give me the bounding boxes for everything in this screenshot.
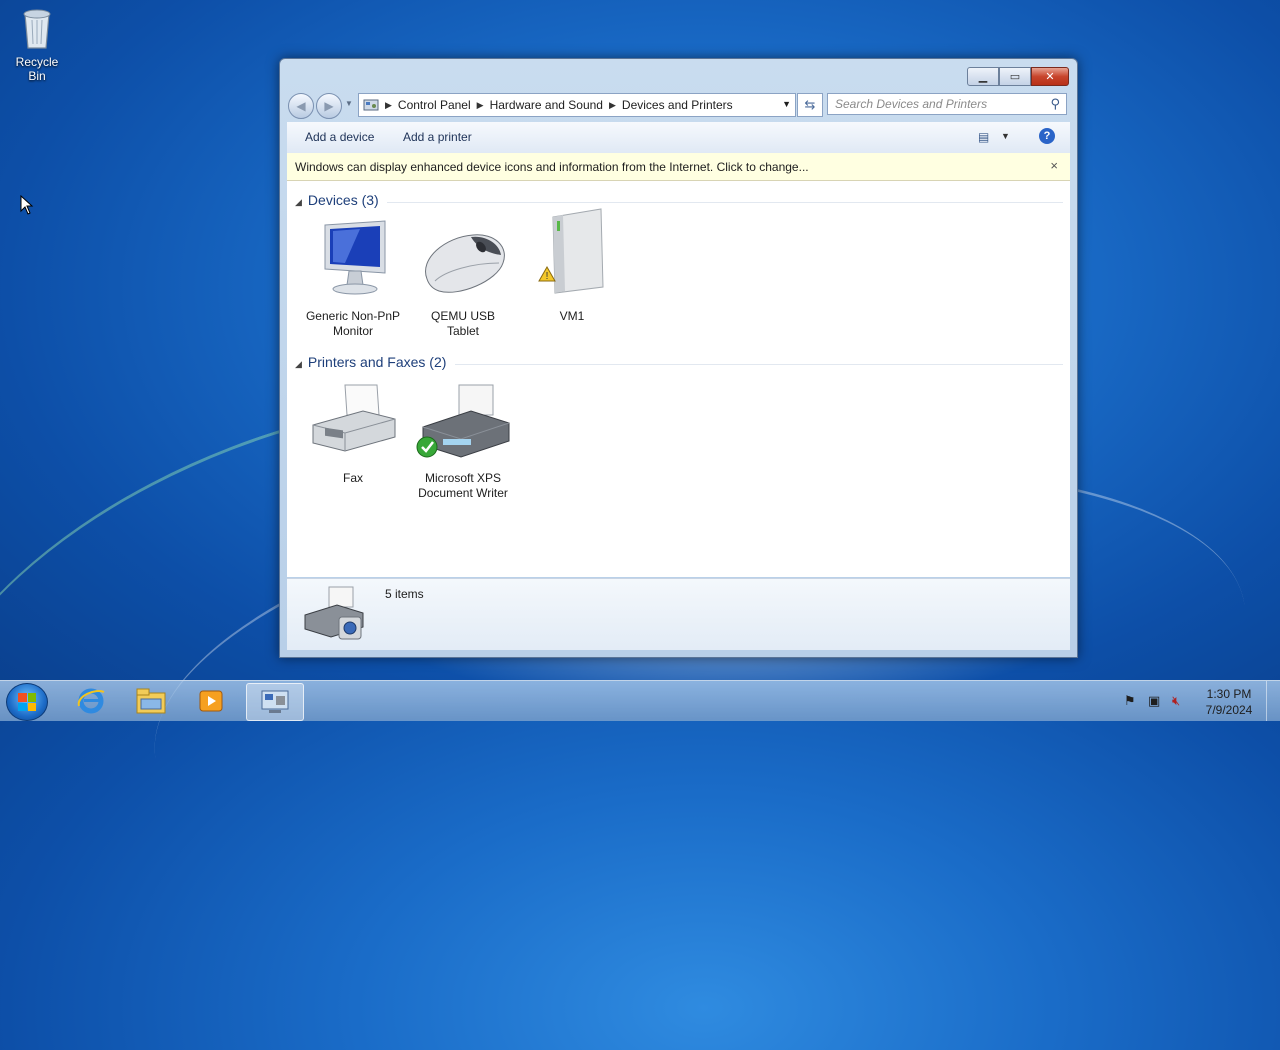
group-divider [455,364,1063,365]
group-header-devices[interactable]: ◢ Devices (3) [295,192,379,208]
device-item-vm1[interactable]: ! VM1 [517,208,627,324]
breadcrumb-control-panel[interactable]: Control Panel [398,98,471,112]
device-item-tablet[interactable]: QEMU USB Tablet [408,219,518,339]
help-icon[interactable]: ? [1039,128,1055,144]
navigation-row: ◀ ▶ ▼ ▶ Control Panel ▶ Hardware and Sou… [288,91,1070,119]
search-input[interactable]: Search Devices and Printers ⚲ [827,93,1067,115]
recycle-bin-icon [23,9,51,49]
refresh-button[interactable]: ⇆ [797,93,823,117]
breadcrumb-separator-icon[interactable]: ▶ [609,100,616,111]
information-bar-message: Windows can display enhanced device icon… [295,160,809,174]
group-header-printers-and-faxes[interactable]: ◢ Printers and Faxes (2) [295,354,446,370]
add-printer-button[interactable]: Add a printer [403,130,472,144]
change-view-icon[interactable]: ▤ [978,130,989,144]
close-button[interactable]: ✕ [1031,67,1069,86]
collapse-triangle-icon[interactable]: ◢ [295,359,302,369]
volume-muted-icon[interactable]: 🔇︎ [1172,693,1180,709]
taskbar-internet-explorer[interactable] [64,683,118,719]
group-divider [387,202,1063,203]
forward-button[interactable]: ▶ [316,93,342,119]
device-label: Monitor [332,324,373,338]
device-list-pane: ◢ Devices (3) Generic Non-PnP Monitor QE… [287,181,1070,577]
information-bar[interactable]: Windows can display enhanced device icon… [287,153,1070,181]
internet-explorer-icon [77,688,105,714]
file-explorer-icon [136,688,166,714]
desktop-icon-label: Recycle Bin [15,55,59,83]
minimize-button[interactable]: ▁ [967,67,999,86]
device-label: Document Writer [418,486,508,500]
action-center-flag-icon[interactable]: ⚑ [1124,693,1136,709]
svg-text:!: ! [546,271,549,282]
device-label: Tablet [446,324,480,338]
taskbar-devices-and-printers[interactable] [246,683,304,721]
details-pane: 5 items [287,578,1070,650]
monitor-icon [324,220,386,295]
group-title: Printers and Faxes (2) [307,354,447,370]
device-item-xps-writer[interactable]: Microsoft XPS Document Writer [408,381,518,501]
windows-logo-icon [18,693,36,711]
search-placeholder: Search Devices and Printers [835,97,988,111]
collapse-triangle-icon[interactable]: ◢ [295,197,302,207]
taskbar-file-explorer[interactable] [124,683,178,719]
show-desktop-button[interactable] [1266,681,1280,721]
control-panel-icon [363,99,379,111]
maximize-button[interactable]: ▭ [999,67,1031,86]
clock-time: 1:30 PM [1206,687,1252,701]
window-controls: ▁ ▭ ✕ [967,67,1069,86]
device-item-monitor[interactable]: Generic Non-PnP Monitor [298,219,408,339]
media-player-icon [199,690,223,712]
breadcrumb-hardware-and-sound[interactable]: Hardware and Sound [490,98,603,112]
group-title: Devices (3) [307,192,379,208]
recent-pages-dropdown-icon[interactable]: ▼ [345,99,353,108]
search-icon[interactable]: ⚲ [1050,96,1060,112]
taskbar: ⚑ ▣ 🔇︎ 1:30 PM 7/9/2024 [0,680,1280,721]
address-dropdown-icon[interactable]: ▼ [782,99,791,109]
clock-date: 7/9/2024 [1205,703,1253,717]
breadcrumb-separator-icon[interactable]: ▶ [477,100,484,111]
item-count: 5 items [385,587,424,601]
breadcrumb-separator-icon: ▶ [385,99,392,110]
device-label: Generic Non-PnP [305,309,401,323]
devices-printers-icon [304,586,364,640]
command-bar: Add a device Add a printer ▤ ▼ ? [287,122,1070,154]
system-clock[interactable]: 1:30 PM 7/9/2024 [1196,686,1262,718]
taskbar-media-player[interactable] [184,683,238,719]
start-button[interactable] [6,683,48,721]
computer-tower-icon: ! [538,208,604,294]
desktop-icon-recycle-bin[interactable]: Recycle Bin [6,6,68,83]
network-icon[interactable]: ▣ [1148,693,1160,709]
information-bar-close-icon[interactable]: × [1050,158,1058,173]
back-button[interactable]: ◀ [288,93,314,119]
device-item-fax[interactable]: Fax [298,381,408,486]
add-device-button[interactable]: Add a device [305,130,374,144]
printer-icon [416,384,510,458]
mouse-icon [425,234,505,293]
devices-printers-icon [261,690,289,713]
fax-icon [312,384,396,452]
address-bar[interactable]: ▶ Control Panel ▶ Hardware and Sound ▶ D… [358,93,796,117]
device-label: QEMU USB [430,309,495,323]
mouse-cursor-icon [20,195,34,215]
device-label: VM1 [559,309,585,323]
breadcrumb-devices-and-printers[interactable]: Devices and Printers [622,98,733,112]
device-label: Fax [342,471,363,485]
device-label: Microsoft XPS [424,471,502,485]
view-options-dropdown-icon[interactable]: ▼ [1001,131,1010,141]
devices-and-printers-window: ▁ ▭ ✕ ◀ ▶ ▼ ▶ Control Panel ▶ Hardware a… [279,58,1078,658]
